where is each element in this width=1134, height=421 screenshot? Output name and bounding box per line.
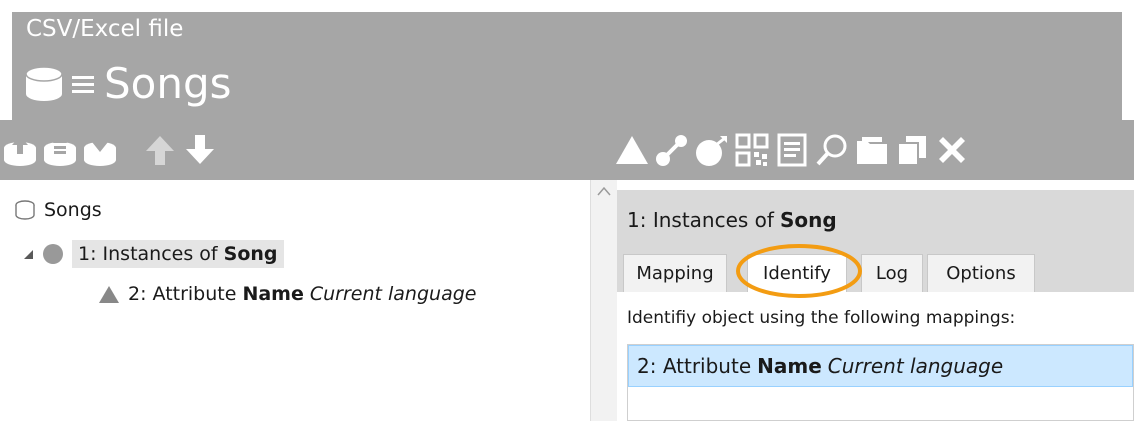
move-up-icon[interactable] [142,132,178,168]
tree-item-label: Songs [44,199,102,221]
qr-code-icon[interactable] [734,132,770,168]
document-icon[interactable] [774,132,810,168]
search-icon[interactable] [814,132,850,168]
tree-item-label-bold: Name [242,283,304,305]
tree-panel: Songs 1: Instances of Song 2: Attribute … [0,180,590,421]
mapping-list-item[interactable]: 2: Attribute Name Current language [628,345,1133,387]
tab-log[interactable]: Log [861,254,923,292]
refresh-icon[interactable] [42,132,78,168]
tab-mapping[interactable]: Mapping [623,254,727,292]
database-icon [25,66,63,101]
instance-circle-icon [43,244,63,264]
identify-mapping-list: 2: Attribute Name Current language [627,344,1134,421]
move-down-icon[interactable] [182,132,218,168]
tree-item-label-bold: Song [223,243,278,265]
tab-options[interactable]: Options [927,254,1035,292]
import-icon[interactable] [2,132,38,168]
add-relation-icon[interactable] [654,132,690,168]
database-icon [15,200,35,220]
tab-identify[interactable]: Identify [747,254,847,292]
identify-tab-content: Identifiy object using the following map… [617,292,1134,421]
delete-icon[interactable] [934,132,970,168]
mapping-label-text: 2: Attribute [637,354,752,378]
mapping-label-italic: Current language [827,354,1004,378]
tree-item-label: 1: Instances of Song [72,240,284,268]
tree-item-instances[interactable]: 1: Instances of Song [22,236,284,272]
mapping-label-bold: Name [757,354,822,378]
copy-icon[interactable] [894,132,930,168]
chevron-up-icon[interactable] [597,186,611,196]
export-icon[interactable] [82,132,118,168]
header-bar: CSV/Excel file Songs [12,12,1122,120]
lines-icon [72,76,94,93]
detail-panel: 1: Instances of Song Mapping Identify Lo… [617,180,1134,421]
add-instance-icon[interactable] [694,132,730,168]
folder-icon[interactable] [854,132,890,168]
detail-header-text: 1: Instances of [627,208,774,232]
detail-header-bold: Song [779,208,837,232]
expand-triangle-icon[interactable] [22,248,34,260]
title-row: Songs [24,56,232,112]
identify-prompt: Identifiy object using the following map… [627,308,1016,328]
page-title: Songs [104,59,232,108]
add-attribute-icon[interactable] [614,132,650,168]
detail-header: 1: Instances of Song [617,190,1134,250]
tree-item-label-text: 2: Attribute [128,283,237,305]
tree-item-root[interactable]: Songs [14,192,102,228]
source-type-label: CSV/Excel file [26,16,184,42]
tree-item-label-italic: Current language [309,283,477,305]
attribute-triangle-icon [99,286,119,303]
tree-item-label-text: 1: Instances of [78,243,218,265]
panel-splitter[interactable] [590,180,617,421]
tree-item-attribute[interactable]: 2: Attribute Name Current language [98,276,476,312]
toolbar [0,120,1134,180]
tab-strip: Mapping Identify Log Options [617,250,1134,292]
